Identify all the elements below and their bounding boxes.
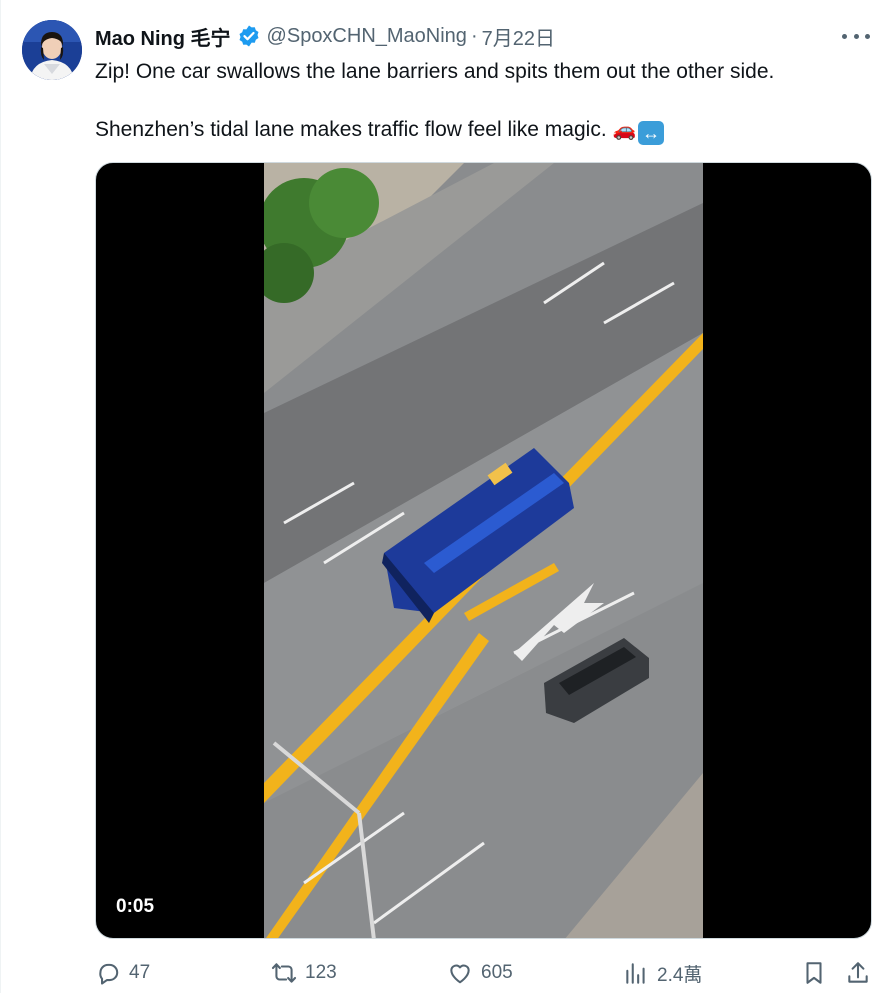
tweet-actions: 47 123 605 2.4萬	[95, 955, 875, 991]
like-icon	[450, 964, 470, 984]
views-icon	[626, 963, 645, 984]
video-player[interactable]: 0:05	[95, 162, 872, 939]
bookmark-button[interactable]	[801, 955, 835, 991]
reply-icon	[99, 963, 119, 985]
display-name[interactable]: Mao Ning 毛宁	[95, 22, 231, 51]
reply-button[interactable]: 47	[95, 955, 150, 991]
tweet-text-line2: Shenzhen’s tidal lane makes traffic flow…	[95, 115, 865, 145]
tweet-text: Zip! One car swallows the lane barriers …	[95, 57, 865, 145]
more-icon[interactable]	[842, 24, 870, 48]
like-button[interactable]: 605	[447, 955, 513, 991]
video-frame	[264, 163, 703, 938]
reply-count: 47	[129, 962, 151, 983]
share-button[interactable]	[845, 955, 879, 991]
more-dot	[865, 33, 870, 39]
repost-count: 123	[305, 962, 337, 983]
left-border	[0, 0, 1, 993]
views-button[interactable]: 2.4萬	[623, 955, 702, 991]
handle[interactable]: @SpoxCHN_MaoNing	[267, 25, 467, 48]
car-emoji: 🚗	[612, 120, 637, 141]
view-count: 2.4萬	[657, 964, 703, 986]
tweet-header: Mao Ning 毛宁 @SpoxCHN_MaoNing · 7月22日	[95, 22, 555, 50]
verified-badge-icon	[239, 25, 259, 47]
avatar-image	[22, 20, 82, 80]
more-dot	[853, 33, 859, 39]
tweet-date[interactable]: 7月22日	[482, 22, 555, 51]
tweet-text-line2-body: Shenzhen’s tidal lane makes traffic flow…	[95, 118, 607, 141]
share-icon	[848, 962, 868, 983]
repost-button[interactable]: 123	[271, 955, 337, 991]
left-right-arrow-emoji: ↔	[638, 121, 665, 145]
more-dot	[842, 33, 847, 39]
like-count: 605	[481, 962, 513, 983]
video-timestamp: 0:05	[116, 896, 155, 917]
separator-dot: ·	[470, 24, 478, 47]
bookmark-icon	[806, 962, 822, 984]
avatar[interactable]	[22, 20, 82, 80]
tweet-text-line1: Zip! One car swallows the lane barriers …	[95, 60, 775, 83]
repost-icon	[271, 963, 297, 983]
